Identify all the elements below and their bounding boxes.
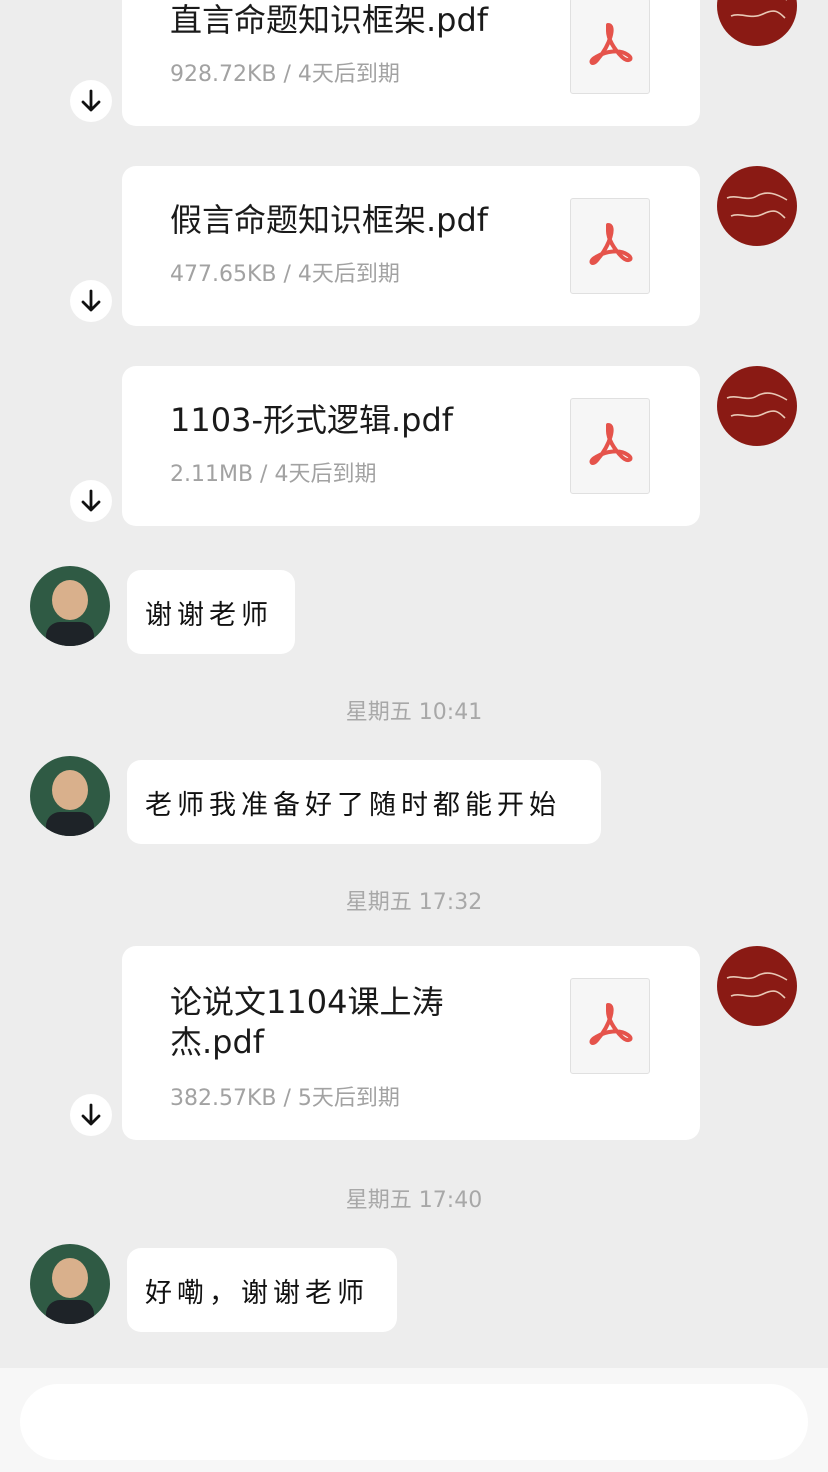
file-message-card[interactable]: 论说文1104课上涛杰.pdf 382.57KB / 5天后到期 [122, 946, 700, 1140]
file-message-card[interactable]: 直言命题知识框架.pdf 928.72KB / 4天后到期 [122, 0, 700, 126]
file-meta: 2.11MB / 4天后到期 [170, 462, 377, 487]
arrow-down-icon [81, 1103, 101, 1126]
student-avatar[interactable] [30, 1244, 110, 1324]
file-meta: 382.57KB / 5天后到期 [170, 1086, 400, 1111]
file-name: 直言命题知识框架.pdf [170, 1, 489, 39]
download-button[interactable] [70, 80, 112, 122]
file-meta: 477.65KB / 4天后到期 [170, 262, 400, 287]
message-timestamp: 星期五 17:40 [345, 1188, 483, 1213]
arrow-down-icon [81, 89, 101, 112]
pdf-file-icon [570, 398, 650, 494]
student-avatar[interactable] [30, 756, 110, 836]
file-name: 1103-形式逻辑.pdf [170, 401, 454, 439]
chat-bubble: 谢谢老师 [127, 570, 295, 654]
chat-bubble: 好嘞，谢谢老师 [127, 1248, 397, 1332]
teacher-avatar[interactable] [717, 946, 797, 1026]
message-timestamp: 星期五 17:32 [345, 890, 483, 915]
teacher-avatar[interactable] [717, 0, 797, 46]
message-timestamp: 星期五 10:41 [345, 700, 483, 725]
arrow-down-icon [81, 289, 101, 312]
file-message-card[interactable]: 假言命题知识框架.pdf 477.65KB / 4天后到期 [122, 166, 700, 326]
file-name: 论说文1104课上涛杰.pdf [170, 983, 444, 1061]
download-button[interactable] [70, 480, 112, 522]
message-input[interactable] [20, 1384, 808, 1460]
arrow-down-icon [81, 489, 101, 512]
message-input-bar [0, 1368, 828, 1472]
teacher-avatar[interactable] [717, 166, 797, 246]
download-button[interactable] [70, 280, 112, 322]
pdf-file-icon [570, 0, 650, 94]
chat-bubble: 老师我准备好了随时都能开始 [127, 760, 601, 844]
student-avatar[interactable] [30, 566, 110, 646]
teacher-avatar[interactable] [717, 366, 797, 446]
pdf-file-icon [570, 978, 650, 1074]
file-name: 假言命题知识框架.pdf [170, 201, 489, 239]
pdf-file-icon [570, 198, 650, 294]
file-meta: 928.72KB / 4天后到期 [170, 62, 400, 87]
file-message-card[interactable]: 1103-形式逻辑.pdf 2.11MB / 4天后到期 [122, 366, 700, 526]
download-button[interactable] [70, 1094, 112, 1136]
